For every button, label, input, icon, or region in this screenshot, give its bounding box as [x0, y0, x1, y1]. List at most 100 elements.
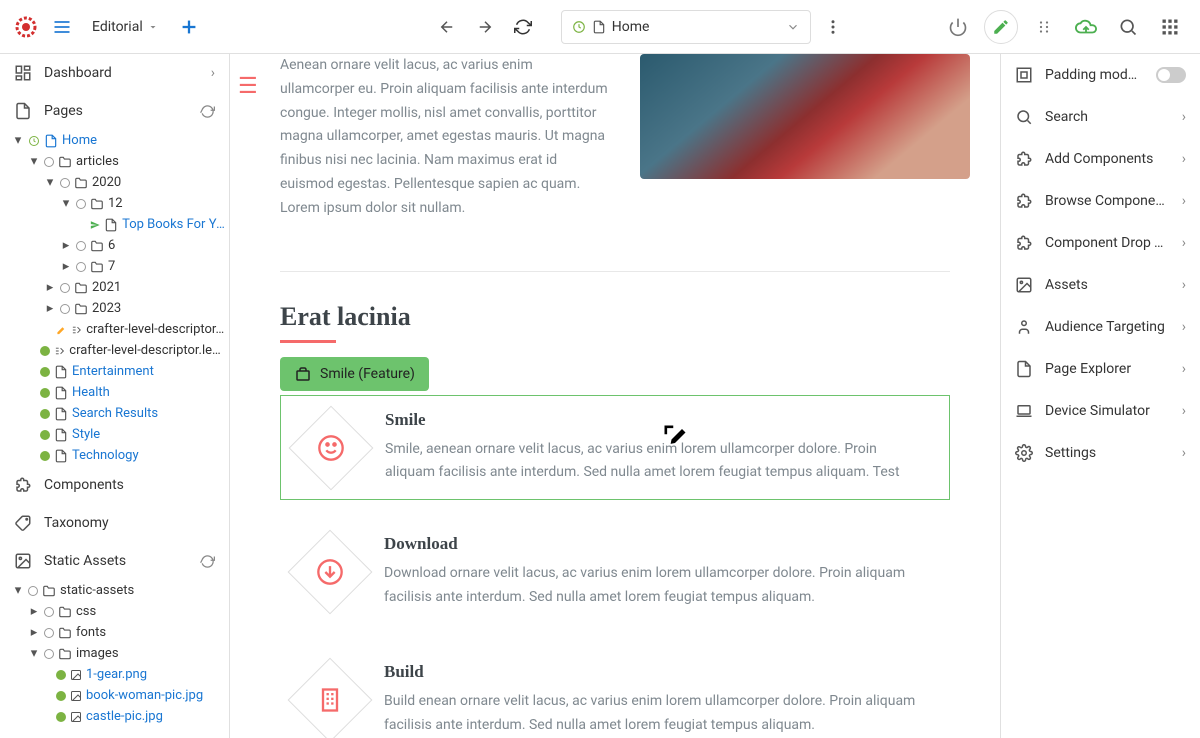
panel-add-components[interactable]: Add Components › — [1001, 138, 1200, 180]
tree-health[interactable]: Health — [6, 382, 229, 403]
url-value: Home — [612, 19, 780, 35]
collapse-icon[interactable]: ▾ — [44, 175, 56, 190]
component-drop-tag[interactable]: Smile (Feature) — [280, 357, 429, 391]
nav-back-icon[interactable] — [431, 11, 463, 43]
feature-download[interactable]: Download Download ornare velit lacus, ac… — [280, 520, 950, 624]
tree-12[interactable]: ▾ 12 — [6, 193, 229, 214]
tree-gear-png[interactable]: 1-gear.png — [6, 664, 229, 685]
page-icon — [44, 134, 58, 148]
tree-crafter2[interactable]: crafter-level-descriptor.level.. — [6, 340, 229, 361]
tree-css[interactable]: ▸ css — [6, 601, 229, 622]
page-icon — [104, 218, 118, 232]
main-menu-icon[interactable] — [46, 11, 78, 43]
puzzle-icon — [14, 476, 32, 494]
panel-browse-components[interactable]: Browse Components › — [1001, 180, 1200, 222]
tree-home[interactable]: ▾ Home — [6, 130, 229, 151]
tree-static-assets[interactable]: ▾ static-assets — [6, 580, 229, 601]
project-selector[interactable]: Editorial — [86, 15, 165, 39]
drag-handle-icon[interactable] — [1028, 11, 1060, 43]
status-dot — [44, 649, 54, 659]
tree-images[interactable]: ▾ images — [6, 643, 229, 664]
expand-icon[interactable]: ▸ — [44, 301, 56, 316]
chevron-right-icon: › — [211, 65, 215, 81]
chevron-right-icon: › — [1182, 403, 1186, 419]
panel-padding-mode[interactable]: Padding mode (p) — [1001, 54, 1200, 96]
expand-icon[interactable]: ▸ — [28, 604, 40, 619]
tree-top-books[interactable]: Top Books For Youn.. — [6, 214, 229, 235]
collapse-icon[interactable]: ▾ — [12, 583, 24, 598]
panel-drop-targets[interactable]: Component Drop Ta... › — [1001, 222, 1200, 264]
tree-entertainment[interactable]: Entertainment — [6, 361, 229, 382]
feature-smile-selected[interactable]: Smile Smile, aenean ornare velit lacus, … — [280, 395, 950, 501]
pencil-icon — [56, 324, 67, 336]
tree-6[interactable]: ▸ 6 — [6, 235, 229, 256]
tree-technology[interactable]: Technology — [6, 445, 229, 466]
edit-mode-button[interactable] — [984, 10, 1018, 44]
nav-dashboard[interactable]: Dashboard › — [0, 54, 229, 92]
folder-icon — [58, 605, 72, 619]
clock-icon — [28, 135, 40, 147]
tree-articles[interactable]: ▾ articles — [6, 151, 229, 172]
folder-icon — [74, 176, 88, 190]
url-bar[interactable]: Home — [561, 10, 811, 44]
status-dot — [40, 388, 50, 398]
nav-taxonomy[interactable]: Taxonomy — [0, 504, 229, 542]
building-icon — [316, 686, 344, 714]
status-dot — [60, 178, 70, 188]
tree-2020[interactable]: ▾ 2020 — [6, 172, 229, 193]
expand-icon[interactable]: ▸ — [28, 625, 40, 640]
panel-audience[interactable]: Audience Targeting › — [1001, 306, 1200, 348]
tag-icon — [14, 514, 32, 532]
nav-components-label: Components — [44, 477, 124, 493]
tree-2023[interactable]: ▸ 2023 — [6, 298, 229, 319]
status-dot — [56, 670, 66, 680]
tree-style[interactable]: Style — [6, 424, 229, 445]
apps-grid-icon[interactable] — [1154, 11, 1186, 43]
refresh-icon[interactable] — [200, 554, 215, 569]
nav-forward-icon[interactable] — [469, 11, 501, 43]
app-logo[interactable] — [14, 15, 38, 39]
feature-icon-wrapper — [288, 530, 373, 615]
expand-icon[interactable]: ▸ — [60, 238, 72, 253]
panel-page-explorer[interactable]: Page Explorer › — [1001, 348, 1200, 390]
feature-build[interactable]: Build Build enean ornare velit lacus, ac… — [280, 648, 950, 738]
chevron-down-icon[interactable] — [786, 20, 800, 34]
nav-static-assets[interactable]: Static Assets — [0, 542, 229, 580]
add-button[interactable] — [173, 11, 205, 43]
cloud-upload-icon[interactable] — [1070, 11, 1102, 43]
nav-taxonomy-label: Taxonomy — [44, 515, 109, 531]
status-dot — [60, 283, 70, 293]
more-options-icon[interactable] — [817, 11, 849, 43]
tree-castle[interactable]: castle-pic.jpg — [6, 706, 229, 727]
collapse-icon[interactable]: ▾ — [28, 646, 40, 661]
folder-icon — [58, 626, 72, 640]
panel-assets[interactable]: Assets › — [1001, 264, 1200, 306]
status-dot — [76, 241, 86, 251]
tree-search-results[interactable]: Search Results — [6, 403, 229, 424]
tree-7[interactable]: ▸ 7 — [6, 256, 229, 277]
power-icon[interactable] — [942, 11, 974, 43]
page-icon — [54, 386, 68, 400]
nav-components[interactable]: Components — [0, 466, 229, 504]
preview-menu-icon[interactable]: ☰ — [238, 74, 258, 99]
expand-icon[interactable]: ▸ — [44, 280, 56, 295]
expand-icon[interactable]: ▸ — [60, 259, 72, 274]
status-dot — [60, 304, 70, 314]
toggle-switch[interactable] — [1156, 67, 1186, 83]
collapse-icon[interactable]: ▾ — [12, 133, 24, 148]
collapse-icon[interactable]: ▾ — [28, 154, 40, 169]
refresh-icon[interactable] — [200, 104, 215, 119]
panel-settings[interactable]: Settings › — [1001, 432, 1200, 474]
nav-pages[interactable]: Pages — [0, 92, 229, 130]
panel-search[interactable]: Search › — [1001, 96, 1200, 138]
tree-crafter1[interactable]: crafter-level-descriptor.le.. — [6, 319, 229, 340]
feature-body: Build enean ornare velit lacus, ac variu… — [384, 690, 930, 738]
collapse-icon[interactable]: ▾ — [60, 196, 72, 211]
panel-device-simulator[interactable]: Device Simulator › — [1001, 390, 1200, 432]
tree-2021[interactable]: ▸ 2021 — [6, 277, 229, 298]
puzzle-icon — [1015, 150, 1033, 168]
tree-book-woman[interactable]: book-woman-pic.jpg — [6, 685, 229, 706]
tree-fonts[interactable]: ▸ fonts — [6, 622, 229, 643]
search-icon[interactable] — [1112, 11, 1144, 43]
nav-reload-icon[interactable] — [507, 11, 539, 43]
